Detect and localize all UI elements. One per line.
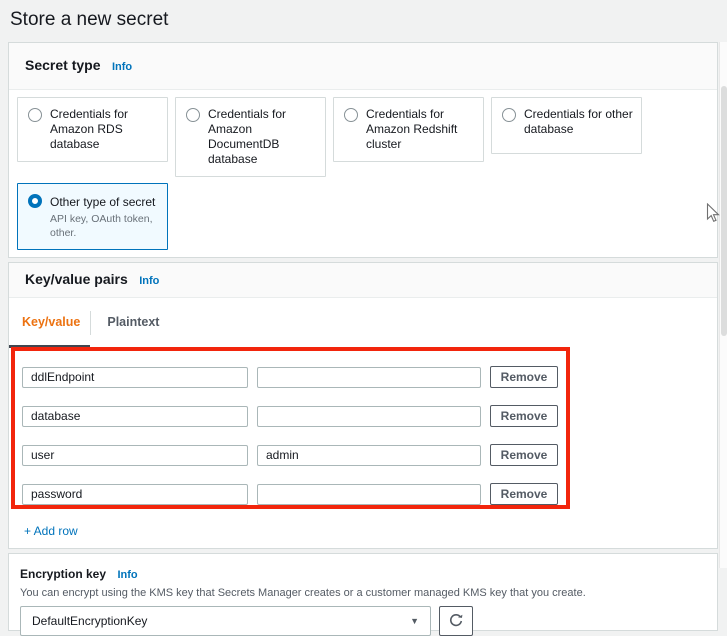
option-label: Credentials for Amazon RDS database: [50, 107, 159, 152]
refresh-icon: [449, 614, 463, 628]
refresh-button[interactable]: [439, 606, 473, 636]
table-row: Remove: [22, 405, 717, 427]
tab-plaintext[interactable]: Plaintext: [91, 298, 175, 348]
table-row: Remove: [22, 366, 717, 388]
remove-button[interactable]: Remove: [490, 366, 558, 388]
radio-button-icon[interactable]: [186, 108, 200, 122]
key-value-info-link[interactable]: Info: [139, 275, 159, 287]
table-row: Remove: [22, 444, 717, 466]
radio-button-checked-icon[interactable]: [28, 194, 42, 208]
secret-type-header: Secret type Info: [9, 43, 717, 90]
tab-key-value[interactable]: Key/value: [9, 298, 90, 348]
option-card-other-database[interactable]: Credentials for other database: [491, 97, 642, 154]
key-input[interactable]: [22, 484, 248, 505]
encryption-key-info-link[interactable]: Info: [117, 569, 137, 581]
encryption-key-description: You can encrypt using the KMS key that S…: [20, 587, 701, 599]
key-value-tabs: Key/value Plaintext: [9, 298, 717, 348]
radio-button-icon[interactable]: [28, 108, 42, 122]
add-row-link[interactable]: + Add row: [24, 524, 78, 538]
encryption-key-panel: Encryption key Info You can encrypt usin…: [8, 553, 718, 631]
value-input[interactable]: [257, 367, 481, 388]
option-label: Credentials for Amazon DocumentDB databa…: [208, 107, 317, 167]
key-input[interactable]: [22, 406, 248, 427]
vertical-scrollbar[interactable]: [719, 42, 727, 568]
option-card-redshift[interactable]: Credentials for Amazon Redshift cluster: [333, 97, 484, 162]
secret-type-options: Credentials for Amazon RDS database Cred…: [9, 90, 717, 257]
value-input[interactable]: [257, 445, 481, 466]
key-input[interactable]: [22, 367, 248, 388]
option-card-other-secret[interactable]: Other type of secret API key, OAuth toke…: [17, 183, 168, 250]
radio-button-icon[interactable]: [344, 108, 358, 122]
key-value-rows: Remove Remove Remove Remove + Add row: [9, 348, 717, 548]
key-value-header: Key/value pairs Info: [9, 263, 717, 298]
secret-type-panel: Secret type Info Credentials for Amazon …: [8, 42, 718, 258]
key-value-heading: Key/value pairs: [25, 271, 128, 287]
scrollbar-thumb[interactable]: [721, 86, 727, 336]
option-label: Credentials for other database: [524, 107, 633, 144]
option-label: Other type of secret: [50, 195, 155, 209]
encryption-key-heading: Encryption key: [20, 567, 106, 581]
remove-button[interactable]: Remove: [490, 483, 558, 505]
table-row: Remove: [22, 483, 717, 505]
secret-type-heading: Secret type: [25, 57, 100, 73]
encryption-key-selected-value: DefaultEncryptionKey: [32, 614, 147, 628]
option-label: Credentials for Amazon Redshift cluster: [366, 107, 475, 152]
key-input[interactable]: [22, 445, 248, 466]
remove-button[interactable]: Remove: [490, 444, 558, 466]
value-input[interactable]: [257, 484, 481, 505]
option-card-documentdb[interactable]: Credentials for Amazon DocumentDB databa…: [175, 97, 326, 177]
value-input[interactable]: [257, 406, 481, 427]
key-value-panel: Key/value pairs Info Key/value Plaintext…: [8, 262, 718, 549]
remove-button[interactable]: Remove: [490, 405, 558, 427]
chevron-down-icon: ▼: [410, 616, 419, 626]
secret-type-info-link[interactable]: Info: [112, 61, 132, 73]
page-title: Store a new secret: [0, 0, 727, 42]
option-card-rds[interactable]: Credentials for Amazon RDS database: [17, 97, 168, 162]
encryption-key-select[interactable]: DefaultEncryptionKey ▼: [20, 606, 431, 636]
option-description: API key, OAuth token, other.: [50, 213, 159, 240]
radio-button-icon[interactable]: [502, 108, 516, 122]
